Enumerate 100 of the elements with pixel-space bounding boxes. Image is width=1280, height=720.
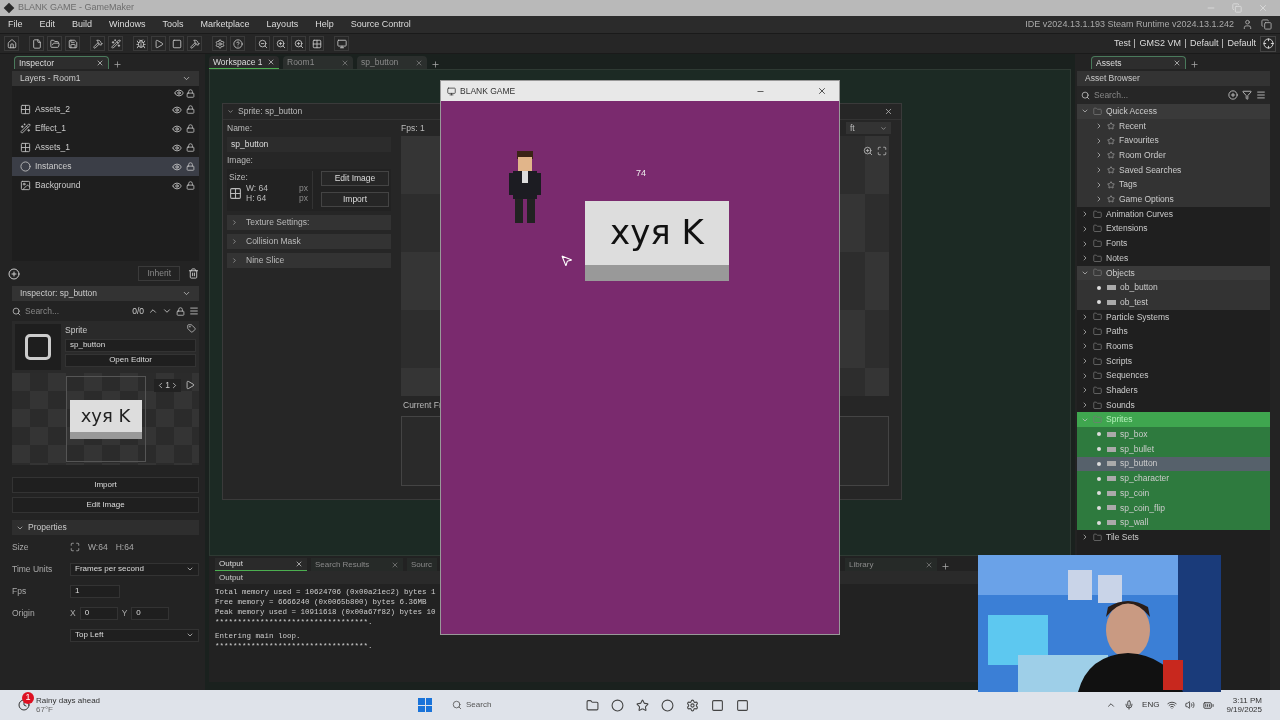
tree-item[interactable]: Notes <box>1106 251 1129 265</box>
chevron-down-icon[interactable] <box>182 74 191 83</box>
assets-tab[interactable]: Assets <box>1091 56 1186 69</box>
tree-item[interactable]: sp_character <box>1120 472 1170 485</box>
play-icon[interactable] <box>185 380 195 391</box>
zoom-in-icon[interactable] <box>275 38 286 49</box>
save-icon[interactable] <box>67 38 78 49</box>
circle-icon[interactable] <box>611 698 624 712</box>
help-icon[interactable] <box>232 38 243 49</box>
tree-item[interactable]: sp_bullet <box>1120 442 1155 456</box>
home-icon[interactable] <box>6 38 17 49</box>
close-icon[interactable] <box>925 560 933 569</box>
target-option[interactable]: Test <box>1113 36 1131 51</box>
circle-icon[interactable] <box>661 698 674 712</box>
tree-item[interactable]: sp_button <box>1120 457 1158 471</box>
monitor-icon[interactable] <box>336 38 347 49</box>
gear-icon[interactable] <box>686 698 699 712</box>
inherit-button[interactable]: Inherit <box>138 266 180 281</box>
add-tab-icon[interactable] <box>941 562 950 571</box>
battery-icon[interactable] <box>1203 699 1215 711</box>
next-frame-icon[interactable] <box>170 380 179 390</box>
square-icon[interactable] <box>711 698 724 712</box>
close-icon[interactable] <box>391 560 399 569</box>
close-icon[interactable] <box>817 86 827 96</box>
tree-item[interactable]: Room Order <box>1119 149 1166 162</box>
tree-item[interactable]: Objects <box>1106 266 1135 280</box>
start-button[interactable] <box>418 698 432 712</box>
taskbar-search[interactable]: Search <box>466 699 492 711</box>
tree-item[interactable]: ob_test <box>1120 295 1148 309</box>
origin-dropdown[interactable]: ft <box>850 121 855 135</box>
lock-icon[interactable] <box>176 306 185 316</box>
edit-image-button[interactable]: Edit Image <box>12 497 199 513</box>
menu-item[interactable]: Edit <box>39 17 56 32</box>
wand-icon[interactable] <box>110 38 121 49</box>
eye-icon[interactable] <box>172 161 182 172</box>
hammer-icon[interactable] <box>189 38 200 49</box>
layer-name[interactable]: Background <box>35 179 168 192</box>
menu-item[interactable]: Marketplace <box>200 17 250 32</box>
debug-icon[interactable] <box>135 38 146 49</box>
add-tab-icon[interactable] <box>1190 60 1199 69</box>
eye-icon[interactable] <box>172 123 182 134</box>
tree-item[interactable]: Particle Systems <box>1106 310 1170 324</box>
menu-item[interactable]: Layouts <box>266 17 299 32</box>
settings-icon[interactable] <box>214 38 225 49</box>
workspace-tab[interactable]: Room1 <box>283 56 353 69</box>
name-field[interactable]: sp_button <box>227 136 391 152</box>
eye-icon[interactable] <box>172 142 182 153</box>
square-icon[interactable] <box>736 698 749 712</box>
add-tab-icon[interactable] <box>113 60 122 69</box>
open-editor-button[interactable]: Open Editor <box>65 353 196 367</box>
tree-item[interactable]: Saved Searches <box>1119 163 1182 177</box>
inspector-tab[interactable]: Inspector <box>14 56 109 69</box>
workspace-tab[interactable]: Workspace 1 <box>209 56 279 69</box>
eye-icon[interactable] <box>172 104 182 115</box>
add-icon[interactable] <box>1228 90 1238 100</box>
zoom-out-icon[interactable] <box>257 38 268 49</box>
tree-item[interactable]: Sequences <box>1106 369 1149 383</box>
tree-item[interactable]: Game Options <box>1119 193 1174 206</box>
menu-item[interactable]: Tools <box>162 17 184 32</box>
user-icon[interactable] <box>1242 19 1253 30</box>
output-tab[interactable]: Search Results <box>311 558 403 571</box>
down-icon[interactable] <box>162 306 172 316</box>
tree-item[interactable]: Tile Sets <box>1106 530 1139 544</box>
chevron-down-icon[interactable] <box>227 108 234 115</box>
output-tab[interactable]: Output <box>215 558 307 571</box>
grid-icon[interactable] <box>311 38 322 49</box>
tree-item[interactable]: Fonts <box>1106 237 1128 250</box>
fullscreen-icon[interactable] <box>877 146 887 156</box>
menu-icon[interactable] <box>189 306 199 316</box>
chevron-down-icon[interactable] <box>880 124 887 132</box>
close-icon[interactable] <box>884 107 893 116</box>
trash-icon[interactable] <box>188 268 199 279</box>
fps-field[interactable]: 1 <box>70 584 120 598</box>
workspace-tab[interactable]: sp_button <box>357 56 427 69</box>
menu-item[interactable]: File <box>8 17 23 32</box>
target-option[interactable]: Default <box>1227 36 1256 51</box>
tree-item[interactable]: Tags <box>1119 178 1137 192</box>
close-icon[interactable] <box>415 58 423 67</box>
origin-y-field[interactable]: 0 <box>131 606 170 620</box>
tree-item[interactable]: sp_coin <box>1120 486 1150 500</box>
tree-item[interactable]: Shaders <box>1106 384 1138 397</box>
zoom-in-icon[interactable] <box>293 38 304 49</box>
tree-item[interactable]: Scripts <box>1106 354 1132 368</box>
stop-icon[interactable] <box>171 38 182 49</box>
import-button[interactable]: Import <box>12 477 199 493</box>
tree-item[interactable]: Sounds <box>1106 398 1135 412</box>
folder-icon[interactable] <box>49 38 60 49</box>
hammer-icon[interactable] <box>92 38 103 49</box>
file-icon[interactable] <box>31 38 42 49</box>
menu-item[interactable]: Build <box>72 17 93 32</box>
menu-item[interactable]: Help <box>315 17 334 32</box>
add-layer-icon[interactable] <box>8 267 20 280</box>
lock-icon[interactable] <box>186 143 195 152</box>
filter-icon[interactable] <box>1242 90 1252 100</box>
output-tab[interactable]: Sourc <box>407 558 437 571</box>
chevron-right-icon[interactable] <box>231 237 238 245</box>
star-icon[interactable] <box>636 698 649 712</box>
lock-icon[interactable] <box>186 105 195 114</box>
tree-item[interactable]: Favourites <box>1119 134 1159 148</box>
lock-icon[interactable] <box>186 181 195 190</box>
